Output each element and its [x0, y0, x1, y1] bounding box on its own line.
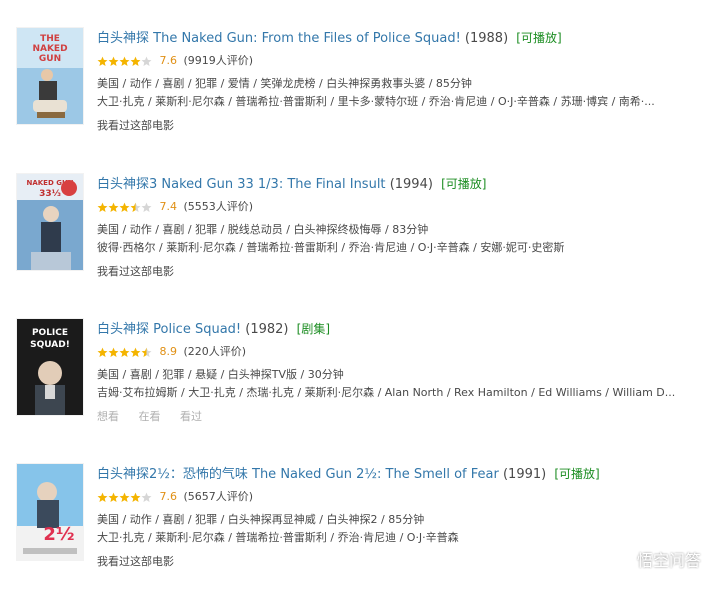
- wukong-watermark: 悟空问答: [612, 547, 701, 571]
- movie-actions: 我看过这部电影: [97, 554, 174, 570]
- movie-item: 2½ 白头神探2½：恐怖的气味 The Naked Gun 2½: The Sm…: [0, 464, 709, 604]
- rating-star: [108, 202, 119, 212]
- movie-poster[interactable]: POLICE SQUAD!: [17, 319, 83, 415]
- movie-actions: 我看过这部电影: [97, 264, 174, 280]
- want-to-watch-link[interactable]: 想看: [97, 410, 119, 423]
- rating-star: [130, 202, 141, 212]
- mark-watched-link[interactable]: 我看过这部电影: [97, 265, 174, 278]
- rating-star: [141, 202, 152, 212]
- rating-star: [97, 492, 108, 502]
- rating-count: (5657人评价): [183, 490, 254, 503]
- movie-title-link[interactable]: 白头神探3 Naked Gun 33 1/3: The Final Insult: [97, 177, 386, 192]
- rating-line: 7.6 (9919人评价): [97, 53, 253, 69]
- movie-item: POLICE SQUAD! 白头神探 Police Squad! (1982) …: [0, 319, 709, 459]
- rating-star: [108, 56, 119, 66]
- poster-naked-gun-3-icon: NAKED GUN 33⅓: [17, 174, 83, 270]
- movie-item: THE NAKED GUN 白头神探 The Naked Gun: From t…: [0, 28, 709, 168]
- rating-line: 7.6 (5657人评价): [97, 489, 253, 505]
- movie-title-line: 白头神探2½：恐怖的气味 The Naked Gun 2½: The Smell…: [97, 464, 600, 484]
- movie-title-link[interactable]: 白头神探2½：恐怖的气味 The Naked Gun 2½: The Smell…: [97, 467, 499, 482]
- mark-watched-link[interactable]: 我看过这部电影: [97, 555, 174, 568]
- movie-poster[interactable]: THE NAKED GUN: [17, 28, 83, 124]
- movie-genres: 美国 / 动作 / 喜剧 / 犯罪 / 白头神探再显神威 / 白头神探2 / 8…: [97, 513, 425, 526]
- movie-item: NAKED GUN 33⅓ 白头神探3 Naked Gun 33 1/3: Th…: [0, 174, 709, 314]
- movie-year: (1982): [245, 322, 289, 337]
- movie-year: (1988): [464, 31, 509, 46]
- rating-score: 8.9: [159, 345, 178, 358]
- rating-star: [108, 347, 119, 357]
- rating-star: [97, 56, 108, 66]
- rating-count: (9919人评价): [183, 54, 254, 67]
- series-tag[interactable]: [剧集]: [297, 322, 330, 336]
- rating-stars-icon: [97, 202, 152, 212]
- movie-genres: 美国 / 动作 / 喜剧 / 犯罪 / 爱情 / 笑弹龙虎榜 / 白头神探勇救事…: [97, 77, 472, 90]
- rating-stars-icon: [97, 56, 152, 66]
- playable-tag[interactable]: [可播放]: [516, 31, 561, 45]
- playable-tag[interactable]: [可播放]: [441, 177, 486, 191]
- movie-people: 大卫·扎克 / 莱斯利·尼尔森 / 普瑞希拉·普雷斯利 / 里卡多·蒙特尔班 /…: [97, 95, 655, 108]
- rating-score: 7.4: [159, 200, 178, 213]
- svg-text:2½: 2½: [43, 524, 74, 545]
- rating-star: [119, 492, 130, 502]
- movie-people: 大卫·扎克 / 莱斯利·尼尔森 / 普瑞希拉·普雷斯利 / 乔治·肯尼迪 / O…: [97, 531, 459, 544]
- movie-year: (1991): [502, 467, 547, 482]
- movie-people: 吉姆·艾布拉姆斯 / 大卫·扎克 / 杰瑞·扎克 / 莱斯利·尼尔森 / Ala…: [97, 386, 676, 399]
- rating-count: (5553人评价): [183, 200, 254, 213]
- movie-genres: 美国 / 动作 / 喜剧 / 犯罪 / 脱线总动员 / 白头神探终极悔辱 / 8…: [97, 223, 429, 236]
- poster-police-squad-icon: POLICE SQUAD!: [17, 319, 83, 415]
- movie-title-link[interactable]: 白头神探 The Naked Gun: From the Files of Po…: [97, 31, 461, 46]
- rating-count: (220人评价): [183, 345, 247, 358]
- svg-text:GUN: GUN: [39, 54, 61, 64]
- poster-naked-gun-1-icon: THE NAKED GUN: [17, 28, 83, 124]
- rating-star: [97, 202, 108, 212]
- watched-link[interactable]: 看过: [180, 410, 202, 423]
- rating-star: [130, 347, 141, 357]
- rating-star: [141, 56, 152, 66]
- rating-star: [97, 347, 108, 357]
- movie-title-line: 白头神探3 Naked Gun 33 1/3: The Final Insult…: [97, 174, 486, 194]
- movie-people: 彼得·西格尔 / 莱斯利·尼尔森 / 普瑞希拉·普雷斯利 / 乔治·肯尼迪 / …: [97, 241, 565, 254]
- wukong-logo-icon: [612, 549, 633, 569]
- watermark-text: 悟空问答: [636, 551, 701, 570]
- rating-line: 8.9 (220人评价): [97, 344, 246, 360]
- rating-star: [141, 347, 152, 357]
- rating-star: [108, 492, 119, 502]
- movie-genres: 美国 / 喜剧 / 犯罪 / 悬疑 / 白头神探TV版 / 30分钟: [97, 368, 344, 381]
- rating-star: [119, 347, 130, 357]
- rating-star: [130, 56, 141, 66]
- mark-watched-link[interactable]: 我看过这部电影: [97, 119, 174, 132]
- movie-title-line: 白头神探 Police Squad! (1982) [剧集]: [97, 319, 330, 339]
- rating-score: 7.6: [159, 54, 178, 67]
- rating-star: [119, 56, 130, 66]
- svg-text:SQUAD!: SQUAD!: [30, 340, 70, 350]
- rating-stars-icon: [97, 347, 152, 357]
- movie-result-list: THE NAKED GUN 白头神探 The Naked Gun: From t…: [0, 0, 709, 579]
- rating-line: 7.4 (5553人评价): [97, 199, 253, 215]
- movie-actions: 我看过这部电影: [97, 118, 174, 134]
- playable-tag[interactable]: [可播放]: [554, 467, 599, 481]
- watching-link[interactable]: 在看: [139, 410, 161, 423]
- rating-star: [130, 492, 141, 502]
- poster-naked-gun-2-5-icon: 2½: [17, 464, 83, 560]
- svg-text:33⅓: 33⅓: [39, 189, 61, 199]
- movie-actions: 想看 在看 看过: [97, 409, 218, 425]
- rating-stars-icon: [97, 492, 152, 502]
- movie-title-link[interactable]: 白头神探 Police Squad!: [97, 322, 241, 337]
- movie-year: (1994): [389, 177, 433, 192]
- movie-poster[interactable]: NAKED GUN 33⅓: [17, 174, 83, 270]
- svg-text:POLICE: POLICE: [32, 328, 68, 338]
- rating-star: [141, 492, 152, 502]
- rating-star: [119, 202, 130, 212]
- svg-text:THE: THE: [40, 34, 60, 44]
- movie-title-line: 白头神探 The Naked Gun: From the Files of Po…: [97, 28, 562, 48]
- svg-text:NAKED: NAKED: [32, 44, 67, 54]
- rating-score: 7.6: [159, 490, 178, 503]
- movie-poster[interactable]: 2½: [17, 464, 83, 560]
